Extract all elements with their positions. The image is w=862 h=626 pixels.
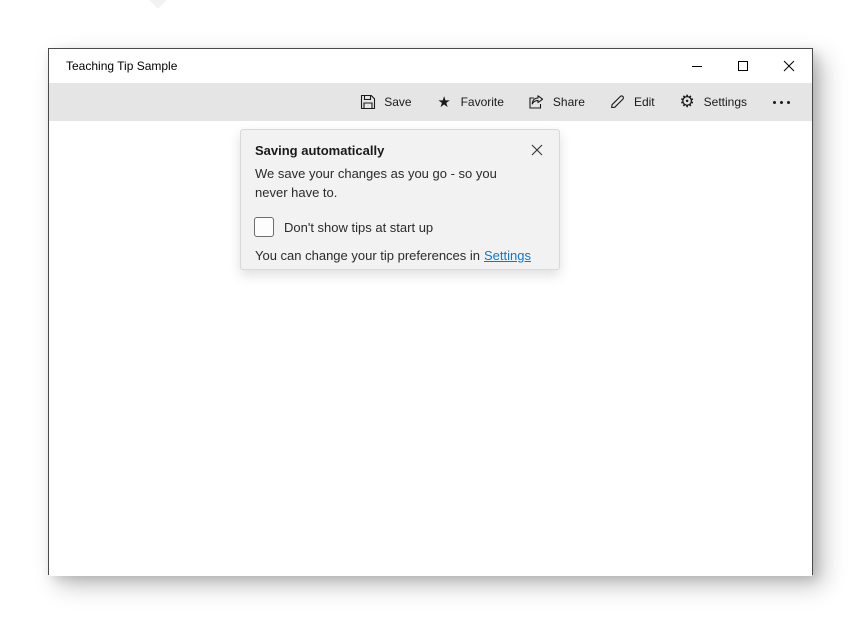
command-toolbar: Save ★ Favorite Share Edit [49,83,812,121]
footer-text: You can change your tip preferences in [255,248,480,263]
share-button[interactable]: Share [528,94,585,111]
favorite-star-icon: ★ [436,94,453,111]
minimize-icon [692,66,702,67]
maximize-icon [738,61,748,71]
minimize-button[interactable] [674,49,720,83]
favorite-label: Favorite [461,95,504,109]
close-icon [531,144,543,156]
teaching-tip-tail [148,0,168,9]
settings-link[interactable]: Settings [484,248,531,263]
app-window: Teaching Tip Sample [48,48,813,575]
close-window-button[interactable] [766,49,812,83]
save-icon [359,94,376,111]
save-label: Save [384,95,411,109]
dont-show-tips-label: Don't show tips at start up [284,220,433,235]
save-button[interactable]: Save [359,94,411,111]
more-button[interactable] [771,92,792,112]
dont-show-tips-row: Don't show tips at start up [254,217,545,237]
edit-label: Edit [634,95,655,109]
teaching-tip-footer: You can change your tip preferences in Se… [255,248,545,263]
teaching-tip-body: We save your changes as you go - so you … [255,164,515,202]
favorite-button[interactable]: ★ Favorite [436,94,504,111]
window-controls [674,49,812,83]
teaching-tip: Saving automatically We save your change… [240,129,560,270]
maximize-button[interactable] [720,49,766,83]
share-icon [528,94,545,111]
close-icon [783,60,795,72]
teaching-tip-close-button[interactable] [529,142,545,158]
window-title: Teaching Tip Sample [66,59,177,73]
edit-pencil-icon [609,94,626,111]
teaching-tip-title: Saving automatically [255,143,545,158]
settings-label: Settings [704,95,747,109]
settings-button[interactable]: ⚙ Settings [679,94,747,111]
settings-gear-icon: ⚙ [679,94,696,111]
more-icon [773,101,776,104]
title-bar: Teaching Tip Sample [49,49,812,83]
dont-show-tips-checkbox[interactable] [254,217,274,237]
edit-button[interactable]: Edit [609,94,655,111]
share-label: Share [553,95,585,109]
